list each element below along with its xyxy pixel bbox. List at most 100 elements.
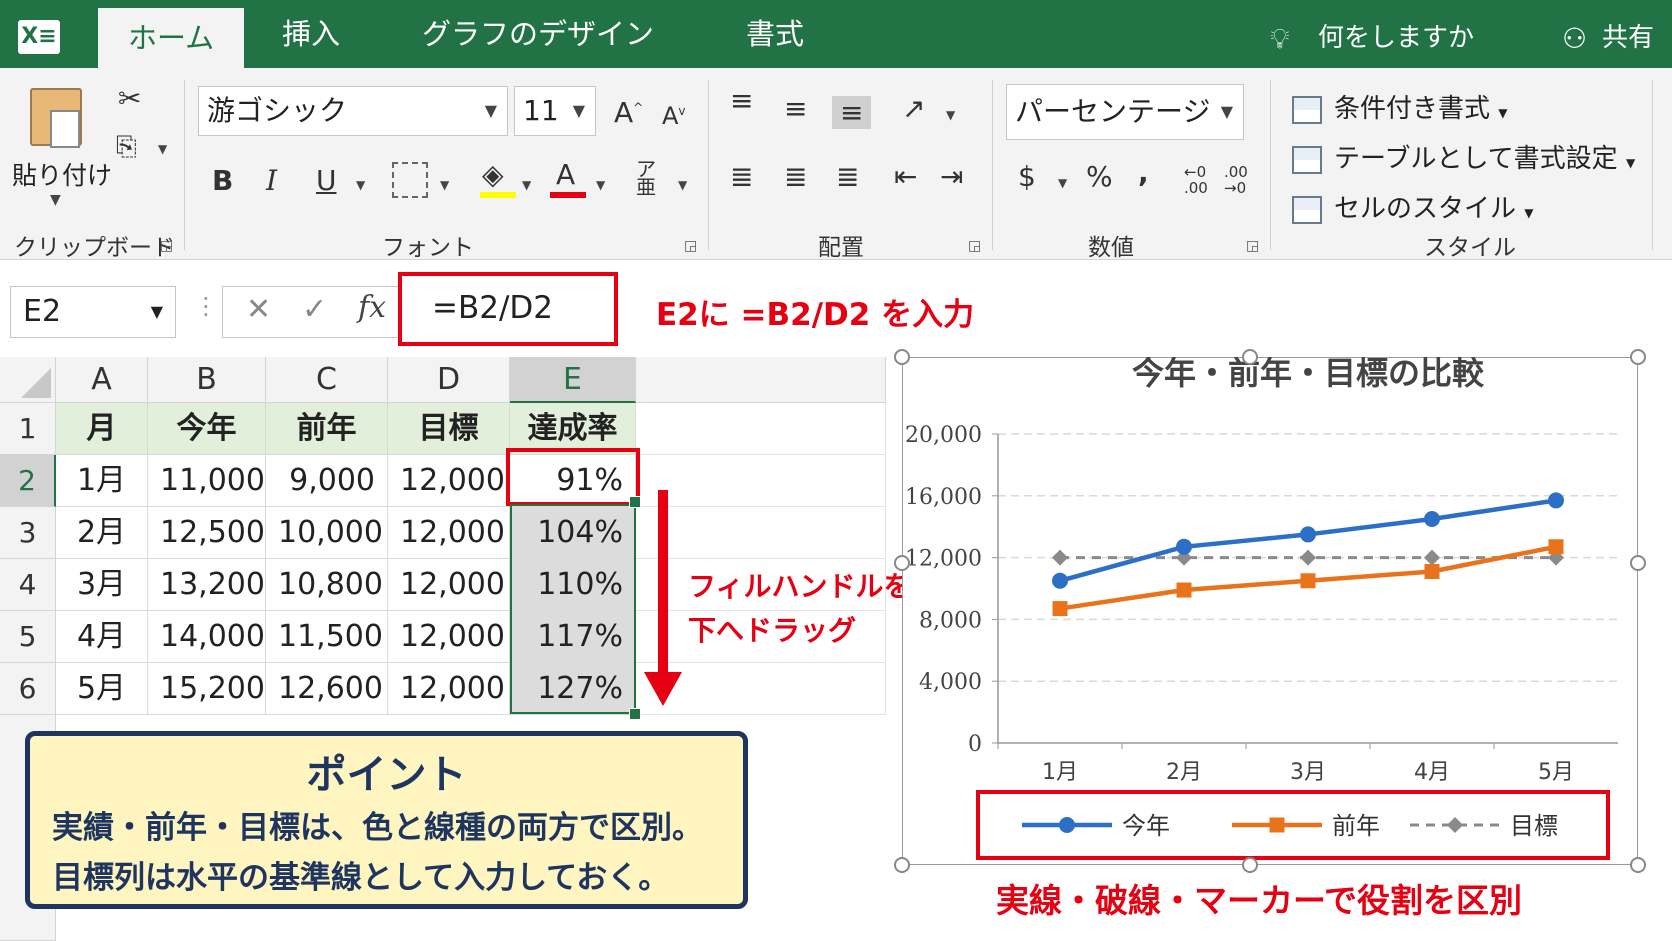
- borders-dropdown-icon[interactable]: ▼: [440, 178, 449, 192]
- row-header-4[interactable]: 4: [0, 559, 56, 611]
- borders-icon[interactable]: [392, 162, 428, 198]
- cell-a3[interactable]: 2月: [56, 507, 148, 559]
- insert-function-icon[interactable]: fx: [358, 290, 386, 325]
- fill-handle-end[interactable]: [629, 708, 641, 720]
- cell-d4[interactable]: 12,000: [388, 559, 510, 611]
- row-header-6[interactable]: 6: [0, 663, 56, 715]
- align-top-icon[interactable]: ≡: [730, 84, 753, 117]
- empty-cell[interactable]: [636, 455, 886, 507]
- align-left-icon[interactable]: ≣: [730, 160, 753, 193]
- column-header-b[interactable]: B: [148, 357, 266, 403]
- cell-d3[interactable]: 12,000: [388, 507, 510, 559]
- decrease-decimal-icon[interactable]: .00 →0: [1224, 164, 1258, 196]
- chart-resize-handle[interactable]: [1242, 857, 1258, 873]
- name-box[interactable]: E2 ▼: [10, 286, 176, 338]
- conditional-formatting-button[interactable]: 条件付き書式 ▼: [1292, 88, 1508, 125]
- cell-a1[interactable]: 月: [56, 403, 148, 455]
- orientation-dropdown-icon[interactable]: ▼: [946, 108, 955, 122]
- cell-b3[interactable]: 12,500: [148, 507, 266, 559]
- share-button[interactable]: 共有: [1602, 0, 1654, 68]
- align-middle-icon[interactable]: ≡: [784, 92, 807, 125]
- font-color-icon[interactable]: A: [556, 158, 575, 191]
- cancel-icon[interactable]: ✕: [246, 292, 271, 327]
- tab-insert[interactable]: 挿入: [282, 0, 340, 68]
- copy-icon[interactable]: ⎘: [116, 132, 137, 163]
- cell-d2[interactable]: 12,000: [388, 455, 510, 507]
- fill-handle[interactable]: [629, 496, 641, 508]
- cell-a5[interactable]: 4月: [56, 611, 148, 663]
- cell-c2[interactable]: 9,000: [266, 455, 388, 507]
- select-all-corner[interactable]: [0, 357, 56, 403]
- underline-button[interactable]: U: [316, 164, 337, 197]
- cell-b6[interactable]: 15,200: [148, 663, 266, 715]
- row-header-3[interactable]: 3: [0, 507, 56, 559]
- number-launcher-icon[interactable]: ◲: [1246, 238, 1259, 254]
- formula-input[interactable]: =B2/D2: [398, 272, 618, 346]
- cell-d6[interactable]: 12,000: [388, 663, 510, 715]
- shrink-font-icon[interactable]: Av: [662, 102, 686, 130]
- alignment-launcher-icon[interactable]: ◲: [968, 238, 981, 254]
- tab-home[interactable]: ホーム: [98, 8, 245, 68]
- align-right-icon[interactable]: ≣: [836, 160, 859, 193]
- chart-resize-handle[interactable]: [1630, 555, 1646, 571]
- row-header-2[interactable]: 2: [0, 455, 56, 507]
- cell-c4[interactable]: 10,800: [266, 559, 388, 611]
- currency-dropdown-icon[interactable]: ▼: [1058, 176, 1067, 190]
- orientation-icon[interactable]: ↗: [902, 92, 925, 125]
- underline-dropdown-icon[interactable]: ▼: [356, 178, 365, 192]
- cut-icon[interactable]: ✂: [118, 82, 141, 115]
- cell-a4[interactable]: 3月: [56, 559, 148, 611]
- paste-button[interactable]: 貼り付け: [12, 156, 112, 192]
- grow-font-icon[interactable]: A^: [614, 96, 643, 129]
- clipboard-launcher-icon[interactable]: ◲: [160, 238, 173, 254]
- empty-cell[interactable]: [636, 507, 886, 559]
- cell-c6[interactable]: 12,600: [266, 663, 388, 715]
- cell-c1[interactable]: 前年: [266, 403, 388, 455]
- chart-resize-handle[interactable]: [1242, 349, 1258, 365]
- percent-button[interactable]: %: [1086, 160, 1113, 193]
- phonetic-icon[interactable]: ア亜: [636, 159, 656, 197]
- cell-c3[interactable]: 10,000: [266, 507, 388, 559]
- cell-b2[interactable]: 11,000: [148, 455, 266, 507]
- cell-b1[interactable]: 今年: [148, 403, 266, 455]
- chart-resize-handle[interactable]: [1630, 857, 1646, 873]
- column-header-a[interactable]: A: [56, 357, 148, 403]
- align-center-icon[interactable]: ≣: [784, 160, 807, 193]
- font-size-select[interactable]: 11 ▼: [514, 86, 596, 136]
- fill-dropdown-icon[interactable]: ▼: [522, 178, 531, 192]
- chart-resize-handle[interactable]: [1630, 349, 1646, 365]
- column-header-c[interactable]: C: [266, 357, 388, 403]
- font-name-select[interactable]: 游ゴシック ▼: [198, 86, 508, 136]
- tell-me-search[interactable]: 何をしますか: [1318, 0, 1474, 68]
- copy-dropdown-icon[interactable]: ▼: [158, 142, 167, 156]
- fill-color-icon[interactable]: ◈: [482, 158, 504, 191]
- chart-resize-handle[interactable]: [894, 349, 910, 365]
- row-header-5[interactable]: 5: [0, 611, 56, 663]
- cell-d1[interactable]: 目標: [388, 403, 510, 455]
- cell-b5[interactable]: 14,000: [148, 611, 266, 663]
- currency-button[interactable]: $: [1018, 160, 1036, 193]
- decrease-indent-icon[interactable]: ⇤: [894, 160, 917, 193]
- align-bottom-icon[interactable]: ≡: [832, 96, 872, 129]
- row-header-1[interactable]: 1: [0, 403, 56, 455]
- column-header-f[interactable]: [636, 357, 886, 403]
- increase-indent-icon[interactable]: ⇥: [940, 160, 963, 193]
- cell-d5[interactable]: 12,000: [388, 611, 510, 663]
- comma-button[interactable]: ,: [1138, 156, 1149, 189]
- tab-chart-design[interactable]: グラフのデザイン: [422, 0, 654, 68]
- empty-cell[interactable]: [636, 403, 886, 455]
- cell-styles-button[interactable]: セルのスタイル ▼: [1292, 188, 1534, 225]
- increase-decimal-icon[interactable]: ←0 .00: [1184, 164, 1218, 196]
- format-as-table-button[interactable]: テーブルとして書式設定 ▼: [1292, 138, 1635, 175]
- column-header-e[interactable]: E: [510, 357, 636, 403]
- tab-format[interactable]: 書式: [746, 0, 804, 68]
- phonetic-dropdown-icon[interactable]: ▼: [678, 178, 687, 192]
- cell-a6[interactable]: 5月: [56, 663, 148, 715]
- cell-a2[interactable]: 1月: [56, 455, 148, 507]
- font-color-dropdown-icon[interactable]: ▼: [596, 178, 605, 192]
- cell-b4[interactable]: 13,200: [148, 559, 266, 611]
- column-header-d[interactable]: D: [388, 357, 510, 403]
- bold-button[interactable]: B: [212, 164, 233, 197]
- font-launcher-icon[interactable]: ◲: [684, 238, 697, 254]
- chart-resize-handle[interactable]: [894, 857, 910, 873]
